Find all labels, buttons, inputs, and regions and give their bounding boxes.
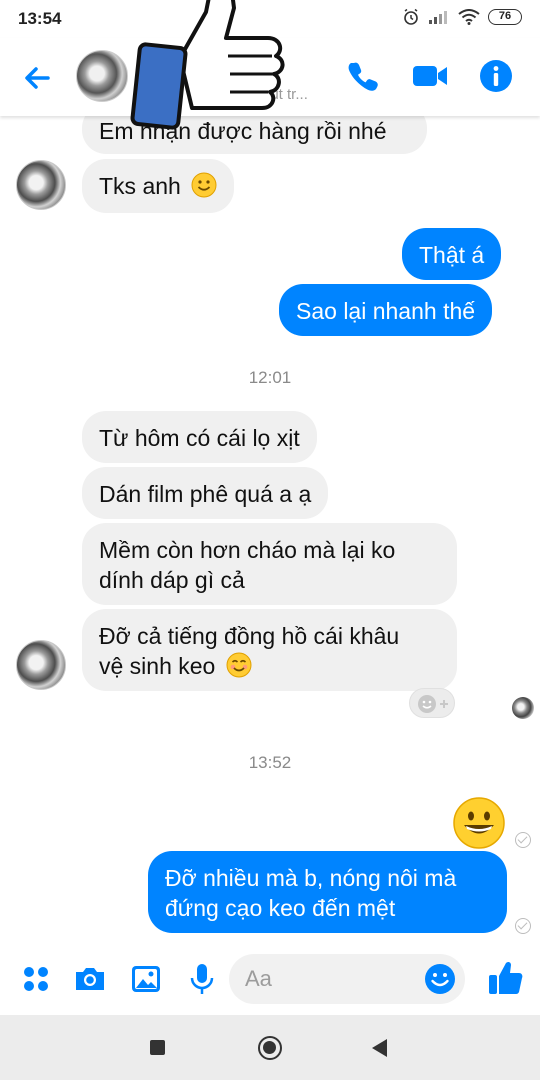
status-icons: 76 [402,8,522,26]
message-text-line: Đỡ nhiều mà b, nóng nôi mà [165,865,457,891]
sent-check-icon [515,832,531,848]
blush-emoji-icon [226,652,252,678]
home-button[interactable] [258,1036,282,1060]
smile-emoji-icon [191,172,217,198]
grinning-emoji-icon[interactable] [452,796,506,850]
timestamp-separator: 13:52 [248,753,292,772]
alarm-icon [404,8,418,25]
add-reaction-button[interactable] [409,688,455,718]
reaction-face-icon [418,695,448,713]
message-text: vệ sinh keo [99,653,216,679]
message-text: Từ hôm có cái lọ xịt [99,425,300,451]
incoming-message[interactable]: Từ hôm có cái lọ xịt [82,411,317,463]
message-text-line: đứng cạo keo đến mệt [165,895,396,921]
info-icon[interactable] [478,58,514,94]
message-text-line: Đỡ cả tiếng đồng hồ cái khâu [99,623,400,649]
message-text-line: vệ sinh keo [99,651,440,681]
message-text: Sao lại nhanh thế [296,298,476,324]
status-time: 13:54 [18,9,62,28]
incoming-message[interactable]: Tks anh [82,159,235,213]
outgoing-message[interactable]: Đỡ nhiều mà b, nóng nôi mà đứng cạo keo … [148,851,507,933]
message-text: Dán film phê quá a ạ [99,481,312,507]
back-arrow-icon[interactable] [18,58,58,98]
incoming-message[interactable]: Đỡ cả tiếng đồng hồ cái khâu vệ sinh keo [82,609,457,691]
outgoing-message[interactable]: Sao lại nhanh thế [279,284,493,336]
timestamp-separator: 12:01 [248,368,292,387]
incoming-message[interactable]: Mềm còn hơn cháo mà lại ko dính dáp gì c… [82,523,457,605]
message-text-line: dính dáp gì cả [99,567,245,593]
phone-icon[interactable] [345,58,381,94]
battery-indicator: 76 [488,9,522,25]
incoming-message[interactable]: Dán film phê quá a ạ [82,467,329,519]
image-icon[interactable] [128,961,164,997]
message-text-line: Mềm còn hơn cháo mà lại ko [99,537,396,563]
sent-check-icon [515,918,531,934]
emoji-icon[interactable] [424,963,456,995]
camera-icon[interactable] [72,961,108,997]
like-icon[interactable] [486,959,524,997]
message-text: Thật á [419,242,485,268]
recent-apps-button[interactable] [150,1040,165,1055]
signal-icon [429,11,447,24]
contact-avatar[interactable] [76,50,128,102]
sender-avatar[interactable] [16,640,66,690]
system-navigation-bar [0,1015,540,1080]
message-input-container[interactable] [229,954,465,1004]
message-composer [0,945,540,1013]
apps-icon[interactable] [18,961,54,997]
outgoing-message[interactable]: Thật á [402,228,502,280]
seen-by-avatar [512,697,534,719]
message-text: Tks anh [99,173,181,199]
wifi-icon [458,9,480,25]
thumbs-up-sticker-icon [130,0,285,130]
microphone-icon[interactable] [184,961,220,997]
message-input[interactable] [245,954,415,1004]
sender-avatar[interactable] [16,160,66,210]
back-button[interactable] [372,1039,387,1057]
video-camera-icon[interactable] [410,58,450,94]
